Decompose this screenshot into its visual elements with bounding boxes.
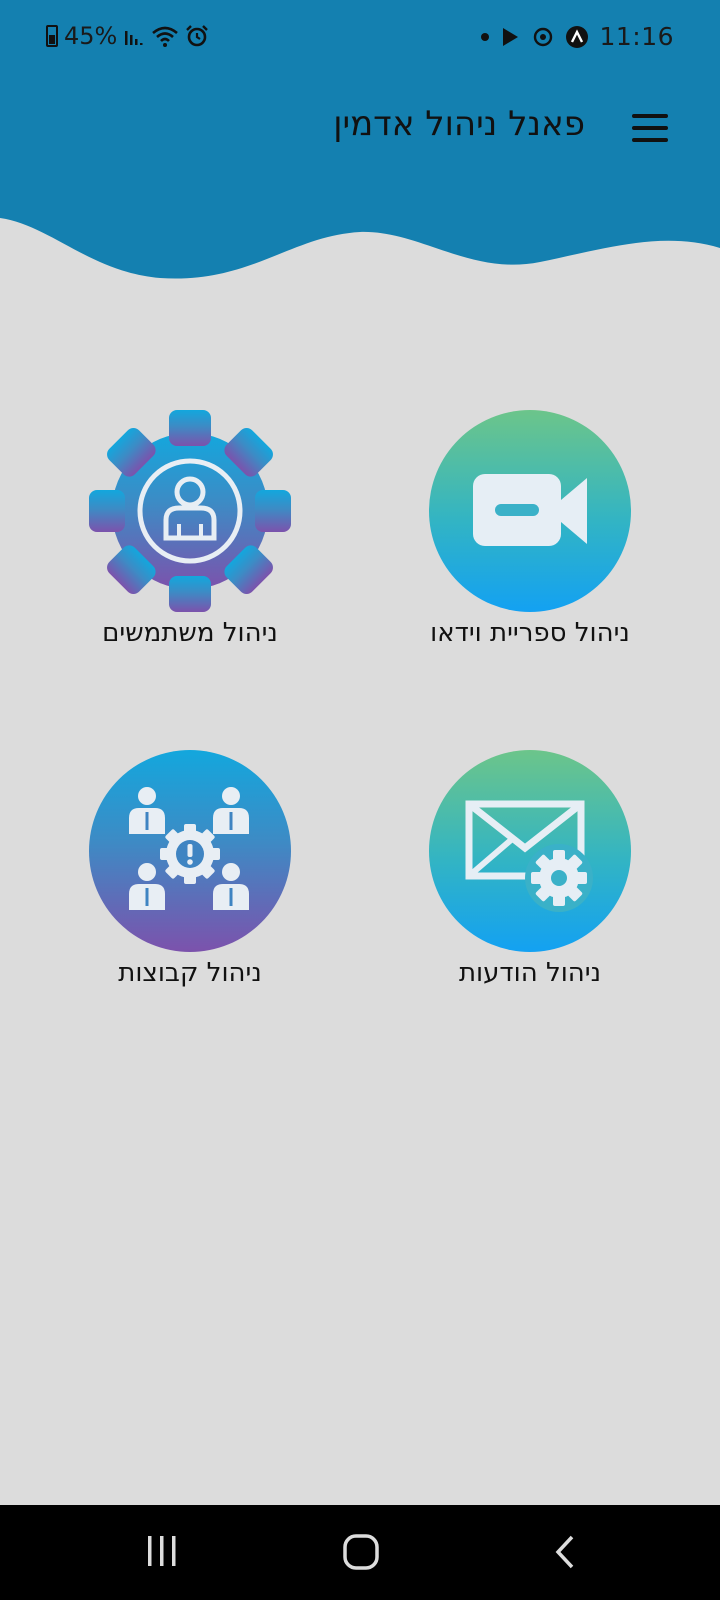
- hamburger-icon-line: [632, 114, 668, 118]
- sync-icon: [534, 27, 553, 46]
- play-store-icon: [503, 27, 519, 46]
- video-camera-icon: [473, 474, 587, 546]
- tile-users[interactable]: ניהול משתמשים: [50, 410, 330, 648]
- envelope-gear-icon: [465, 800, 593, 912]
- group-gear-icon: [129, 787, 249, 910]
- tile-messages[interactable]: ניהול הודעות: [390, 750, 670, 988]
- tile-messages-label: ניהול הודעות: [458, 958, 602, 988]
- battery-icon: [46, 25, 58, 47]
- signal-icon: [125, 31, 143, 45]
- tile-users-label: ניהול משתמשים: [102, 618, 278, 648]
- clock: 11:16: [599, 22, 674, 51]
- tile-groups-label: ניהול קבוצות: [118, 958, 262, 988]
- notification-dot-icon: [481, 32, 490, 41]
- status-bar: 45% 11:16: [0, 14, 720, 60]
- users-gear: [89, 410, 291, 612]
- wifi-icon: [152, 26, 179, 47]
- groups-circle: [89, 750, 291, 952]
- home-icon[interactable]: [342, 1533, 380, 1571]
- video-circle: [429, 410, 631, 612]
- hamburger-icon-line: [632, 126, 668, 130]
- system-navigation-bar: [0, 1505, 720, 1600]
- user-gear-icon: [89, 410, 291, 612]
- header: 45% 11:16 פאנל ניהול אדמין: [0, 0, 720, 290]
- tile-video-library[interactable]: ניהול ספריית וידאו: [390, 410, 670, 648]
- menu-button[interactable]: [632, 114, 670, 142]
- recent-apps-icon[interactable]: [144, 1533, 180, 1569]
- app-notification-icon: [566, 25, 589, 48]
- alarm-icon: [186, 25, 209, 47]
- page-title: פאנל ניהול אדמין: [333, 104, 585, 144]
- tile-groups[interactable]: ניהול קבוצות: [50, 750, 330, 988]
- messages-circle: [429, 750, 631, 952]
- hamburger-icon-line: [632, 138, 668, 142]
- battery-percent: 45%: [64, 22, 118, 50]
- tile-video-library-label: ניהול ספריית וידאו: [430, 618, 630, 648]
- back-icon[interactable]: [550, 1533, 580, 1571]
